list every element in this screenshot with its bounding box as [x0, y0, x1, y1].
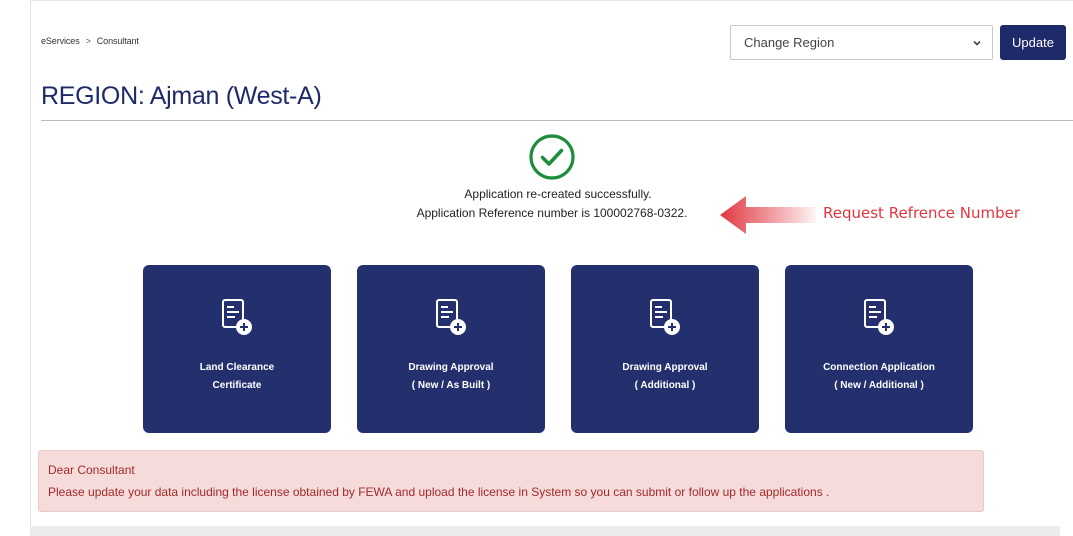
- breadcrumb-consultant[interactable]: Consultant: [97, 36, 139, 46]
- card-title: Connection Application: [823, 362, 935, 373]
- card-land-clearance[interactable]: Land Clearance Certificate: [143, 265, 331, 433]
- card-title: Drawing Approval: [622, 362, 708, 373]
- region-select-value: Change Region: [744, 35, 835, 50]
- card-subtitle: ( New / As Built ): [411, 380, 491, 391]
- alert-message: Please update your data including the li…: [48, 485, 830, 499]
- breadcrumb: eServices > Consultant: [41, 36, 139, 46]
- card-drawing-approval-new[interactable]: Drawing Approval ( New / As Built ): [357, 265, 545, 433]
- breadcrumb-separator: >: [85, 36, 91, 46]
- document-add-icon: [436, 299, 466, 335]
- card-subtitle: Certificate: [212, 380, 262, 391]
- card-connection-application[interactable]: Connection Application ( New / Additiona…: [785, 265, 973, 433]
- card-title: Drawing Approval: [408, 362, 494, 373]
- card-subtitle: ( Additional ): [634, 380, 696, 391]
- success-check-icon: [529, 134, 575, 180]
- card-drawing-approval-additional[interactable]: Drawing Approval ( Additional ): [571, 265, 759, 433]
- document-add-icon: [864, 299, 894, 335]
- document-add-icon: [222, 299, 252, 335]
- alert-heading: Dear Consultant: [48, 463, 135, 477]
- card-subtitle: ( New / Additional ): [834, 380, 924, 391]
- update-button[interactable]: Update: [1000, 25, 1066, 60]
- left-margin: [0, 0, 30, 536]
- panel-bottom-gap: [30, 526, 1060, 536]
- change-region-select[interactable]: Change Region: [730, 25, 993, 60]
- main-panel: [30, 0, 1073, 526]
- document-add-icon: [650, 299, 680, 335]
- chevron-down-icon: [973, 40, 981, 46]
- page-title: REGION: Ajman (West-A): [41, 82, 322, 110]
- consultant-alert: Dear Consultant Please update your data …: [38, 450, 984, 512]
- arrow-left-icon: [720, 196, 816, 234]
- breadcrumb-eservices[interactable]: eServices: [41, 36, 80, 46]
- card-title: Land Clearance: [199, 362, 275, 373]
- success-message: Application re-created successfully.: [464, 187, 652, 201]
- title-divider: [41, 120, 1073, 121]
- callout-label: Request Refrence Number: [823, 204, 1021, 222]
